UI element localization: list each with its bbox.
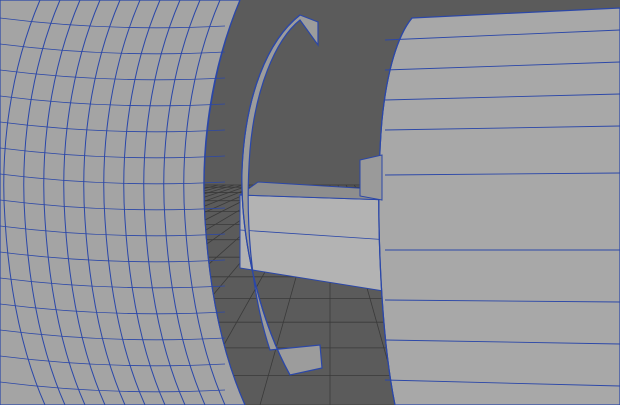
cylinder-hub-mesh[interactable] [359,7,620,405]
viewport-canvas[interactable] [0,0,620,405]
3d-viewport[interactable] [0,0,620,405]
